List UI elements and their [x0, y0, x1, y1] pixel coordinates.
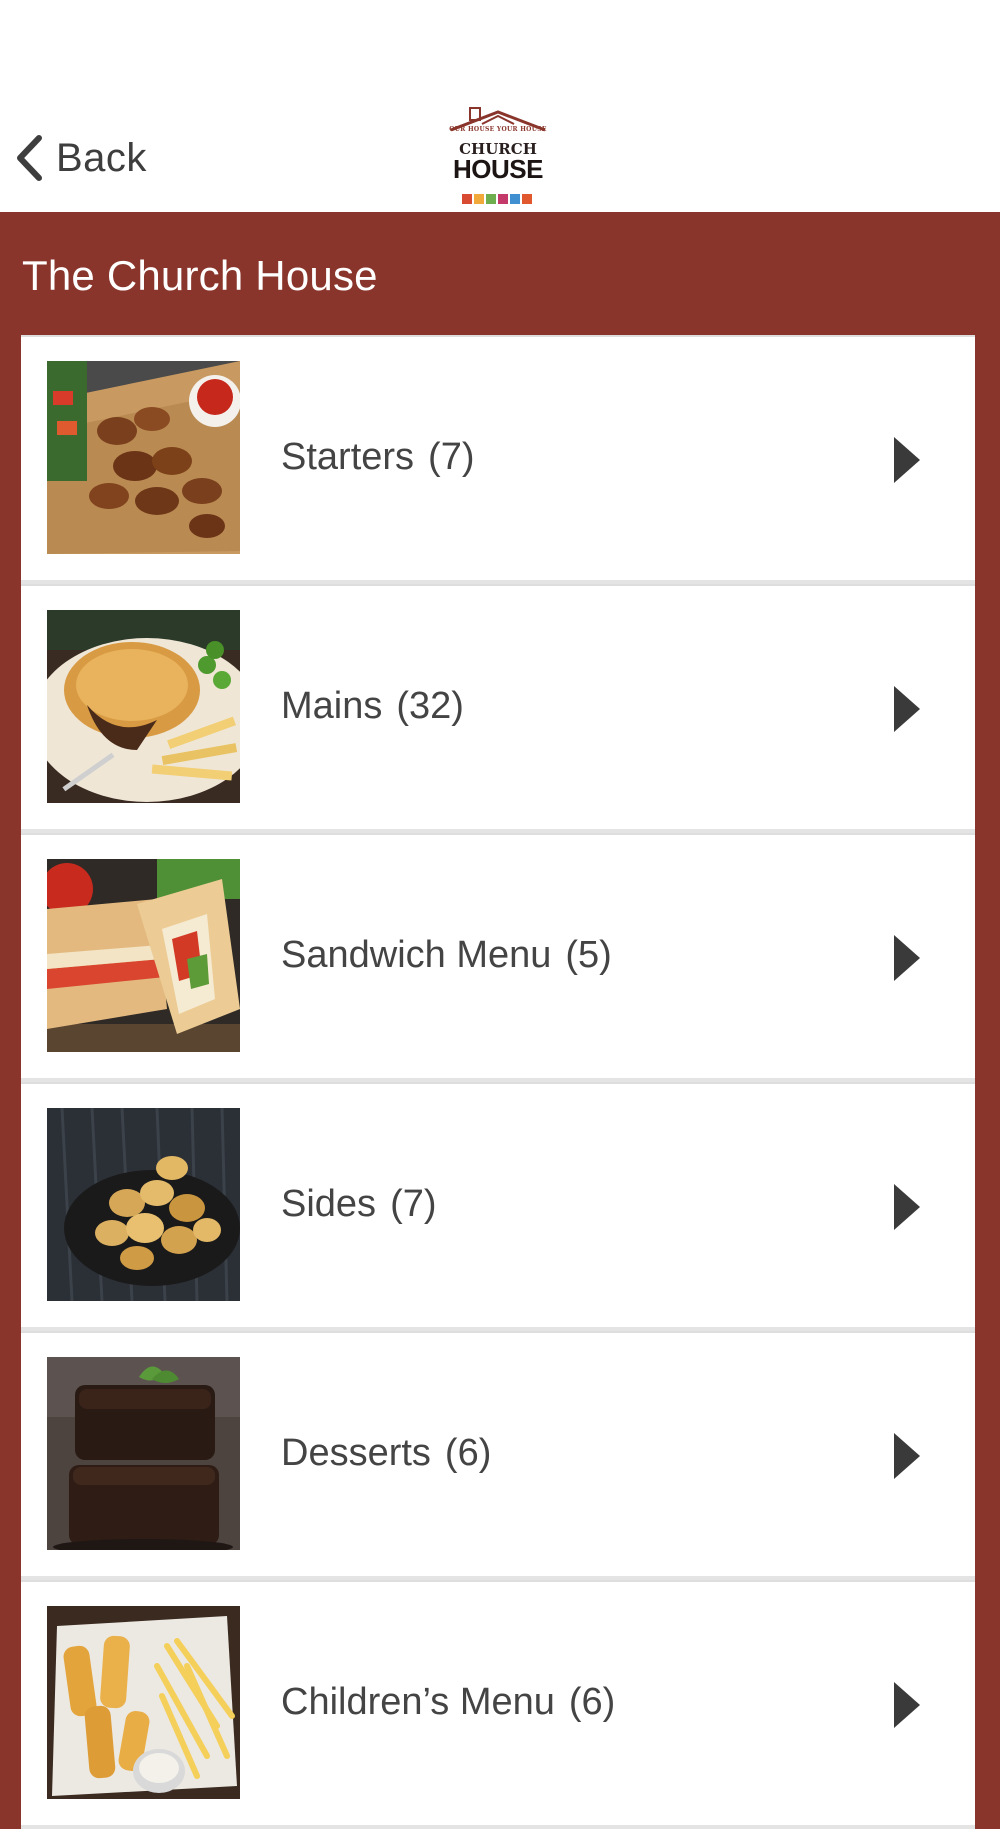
chicken-wings-photo [47, 361, 240, 554]
menu-category-label: Desserts (6) [281, 1432, 491, 1475]
church-house-logo: OUR HOUSE YOUR HOUSE CHURCH HOUSE [448, 106, 548, 208]
menu-category-starters[interactable]: Starters (7) [21, 335, 975, 580]
category-name: Starters [281, 436, 415, 478]
category-name: Children’s Menu [281, 1681, 555, 1723]
category-count: (5) [565, 934, 612, 976]
category-name: Sides [281, 1183, 377, 1225]
category-count: (32) [396, 685, 464, 727]
category-count: (7) [390, 1183, 437, 1225]
menu-category-list: Starters (7) Mains (32) Sandwich Menu (5… [21, 335, 975, 1829]
chevron-right-icon [894, 1433, 920, 1479]
menu-category-label: Mains (32) [281, 685, 464, 728]
menu-category-label: Sandwich Menu (5) [281, 934, 612, 977]
chevron-right-icon [894, 1682, 920, 1728]
logo-line-2: HOUSE [453, 154, 543, 184]
category-count: (7) [428, 436, 475, 478]
back-label: Back [56, 135, 147, 180]
panini-sandwich-photo [47, 859, 240, 1052]
menu-category-label: Children’s Menu (6) [281, 1681, 615, 1724]
chevron-right-icon [894, 1184, 920, 1230]
page-title: The Church House [22, 252, 378, 299]
category-count: (6) [444, 1432, 492, 1474]
menu-category-mains[interactable]: Mains (32) [21, 584, 975, 829]
menu-category-sides[interactable]: Sides (7) [21, 1082, 975, 1327]
menu-category-sandwich-menu[interactable]: Sandwich Menu (5) [21, 833, 975, 1078]
pie-and-chips-photo [47, 610, 240, 803]
chevron-right-icon [894, 686, 920, 732]
back-button[interactable]: Back [14, 128, 147, 188]
category-name: Mains [281, 685, 383, 727]
fish-fingers-chips-photo [47, 1606, 240, 1799]
menu-category-childrens-menu[interactable]: Children’s Menu (6) [21, 1580, 975, 1825]
category-count: (6) [568, 1681, 616, 1723]
chevron-right-icon [894, 935, 920, 981]
chocolate-brownie-photo [47, 1357, 240, 1550]
chevron-left-icon [17, 135, 42, 181]
menu-category-desserts[interactable]: Desserts (6) [21, 1331, 975, 1576]
logo-tagline: OUR HOUSE YOUR HOUSE [449, 126, 547, 133]
header-bar: Back OUR HOUSE YOUR HOUSE CHURCH HOUSE [0, 0, 1000, 212]
chevron-right-icon [894, 437, 920, 483]
category-name: Desserts [281, 1432, 431, 1474]
category-name: Sandwich Menu [281, 934, 552, 976]
menu-category-label: Starters (7) [281, 436, 475, 479]
roast-potatoes-photo [47, 1108, 240, 1301]
menu-category-label: Sides (7) [281, 1183, 437, 1226]
